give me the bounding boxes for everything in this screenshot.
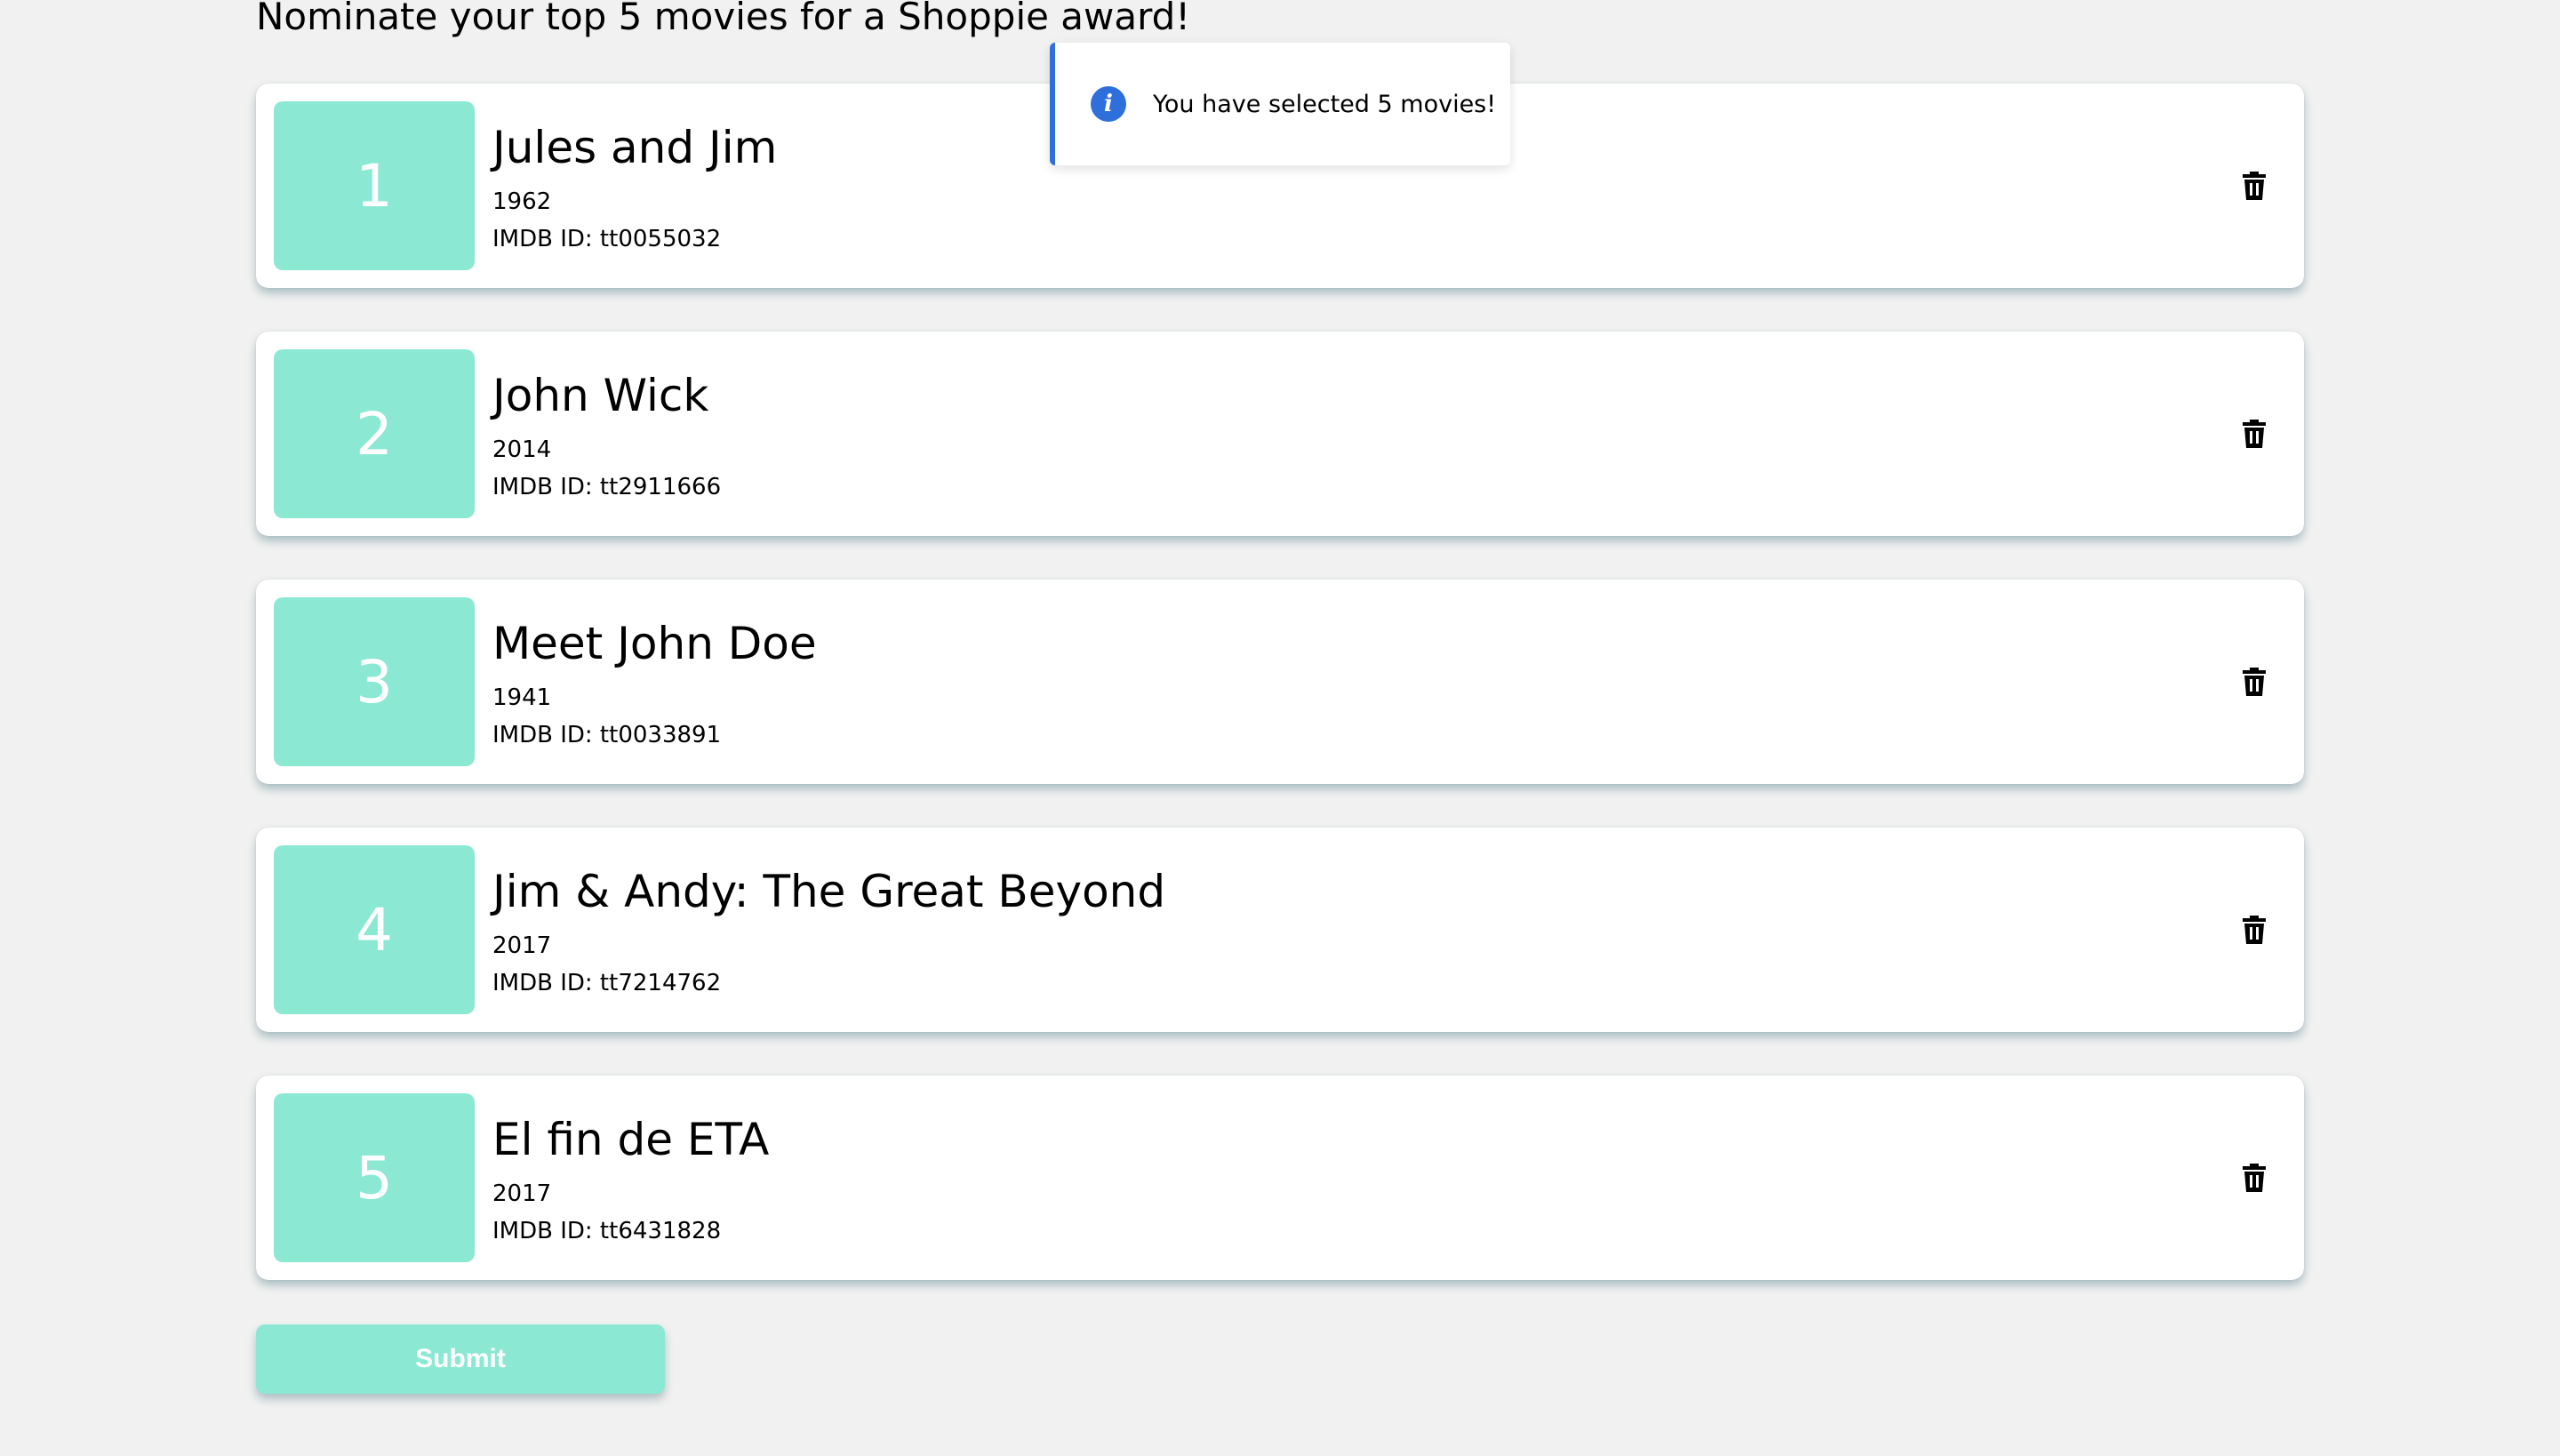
rank-badge: 1 (274, 101, 475, 270)
rank-badge: 5 (274, 1093, 475, 1262)
nomination-card: 5 El fin de ETA 2017 IMDB ID: tt6431828 (256, 1076, 2304, 1280)
trash-icon (2243, 172, 2266, 200)
movie-title: El fin de ETA (492, 1114, 770, 1165)
delete-nomination-button[interactable] (2236, 416, 2272, 452)
delete-nomination-button[interactable] (2236, 664, 2272, 700)
trash-icon (2243, 1164, 2266, 1192)
movie-imdb-id: IMDB ID: tt0033891 (492, 722, 722, 748)
submit-button[interactable]: Submit (256, 1324, 665, 1394)
rank-badge: 3 (274, 597, 475, 766)
rank-badge: 2 (274, 349, 475, 518)
delete-nomination-button[interactable] (2236, 168, 2272, 204)
movie-year: 2014 (492, 436, 552, 463)
movie-title: Jim & Andy: The Great Beyond (492, 866, 1166, 917)
info-icon: i (1091, 86, 1126, 122)
movie-year: 1962 (492, 188, 552, 215)
delete-nomination-button[interactable] (2236, 912, 2272, 948)
movie-imdb-id: IMDB ID: tt6431828 (492, 1218, 722, 1244)
rank-badge: 4 (274, 845, 475, 1014)
trash-icon (2243, 420, 2266, 448)
movie-imdb-id: IMDB ID: tt2911666 (492, 474, 722, 500)
movie-imdb-id: IMDB ID: tt7214762 (492, 970, 722, 996)
toast-notification: i You have selected 5 movies! (1050, 43, 1510, 165)
movie-year: 2017 (492, 1180, 552, 1207)
toast-message: You have selected 5 movies! (1153, 90, 1497, 118)
nomination-list: 1 Jules and Jim 1962 IMDB ID: tt0055032 … (256, 84, 2304, 1324)
movie-title: Jules and Jim (492, 122, 778, 173)
trash-icon (2243, 916, 2266, 944)
page-title: Nominate your top 5 movies for a Shoppie… (256, 0, 1191, 38)
movie-title: Meet John Doe (492, 618, 817, 669)
delete-nomination-button[interactable] (2236, 1160, 2272, 1196)
movie-year: 2017 (492, 932, 552, 959)
nomination-card: 4 Jim & Andy: The Great Beyond 2017 IMDB… (256, 828, 2304, 1032)
movie-year: 1941 (492, 684, 552, 711)
movie-imdb-id: IMDB ID: tt0055032 (492, 226, 722, 252)
nomination-card: 3 Meet John Doe 1941 IMDB ID: tt0033891 (256, 580, 2304, 784)
nomination-card: 2 John Wick 2014 IMDB ID: tt2911666 (256, 332, 2304, 536)
movie-title: John Wick (492, 370, 709, 421)
trash-icon (2243, 668, 2266, 696)
